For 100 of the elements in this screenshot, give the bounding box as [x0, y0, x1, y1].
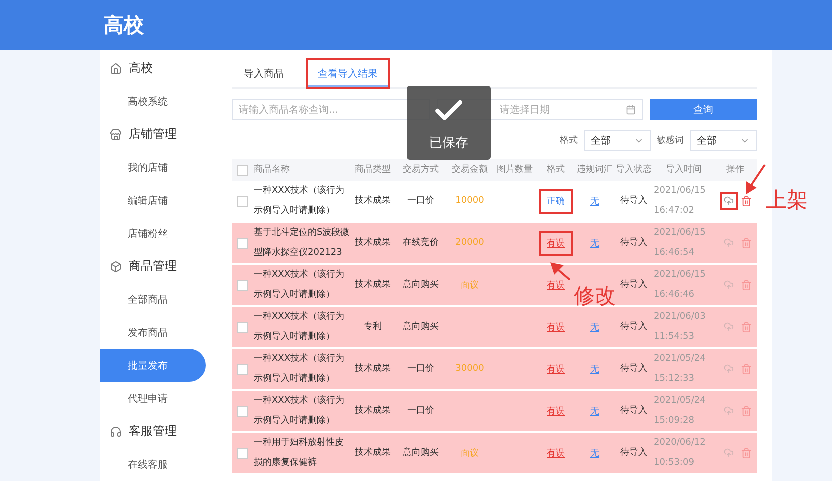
table-cell-text: 意向购买 — [402, 446, 440, 460]
sidebar-group[interactable]: 客服管理 — [100, 415, 215, 448]
checkbox[interactable] — [237, 164, 248, 176]
sidebar-item[interactable]: 全部商品 — [100, 283, 215, 316]
sidebar-item[interactable]: 高校系统 — [100, 85, 215, 118]
home-icon — [110, 62, 122, 74]
table-cell-text: 待导入 — [620, 236, 648, 250]
cloud-upload-icon — [724, 238, 734, 248]
table-cell-text: 一种用于妇科放射性皮损的康复保健裤 — [254, 436, 345, 470]
format-link[interactable]: 正确 — [539, 188, 573, 214]
sidebar-group[interactable]: 高校 — [100, 52, 215, 85]
sidebar-group-title: 高校 — [129, 60, 153, 77]
table-cell-text: 一种XXX技术（该行为示例导入时请删除） — [254, 268, 346, 302]
toast: 已保存 — [407, 86, 491, 160]
sidebar-group[interactable]: 店铺管理 — [100, 118, 215, 151]
checkbox[interactable] — [237, 364, 248, 374]
column-header: 交易方式 — [403, 164, 439, 177]
delete-icon[interactable] — [740, 280, 752, 290]
filter-select[interactable]: 全部 — [584, 130, 651, 151]
column-header: 导入时间 — [666, 164, 702, 177]
table-cell-text: 技术成果 — [354, 446, 392, 460]
format-link[interactable]: 有误 — [539, 356, 573, 382]
words-link[interactable]: 无 — [576, 362, 614, 376]
sidebar-item[interactable]: 店铺粉丝 — [100, 217, 215, 250]
headset-icon — [110, 426, 122, 438]
format-link[interactable]: 有误 — [539, 230, 573, 256]
filter-select[interactable]: 全部 — [690, 130, 757, 151]
sidebar-group[interactable]: 商品管理 — [100, 250, 215, 283]
price-text: 20000 — [454, 238, 486, 248]
table-cell-text: 技术成果 — [354, 404, 392, 418]
cloud-upload-icon — [724, 322, 734, 332]
sidebar-group-title: 客服管理 — [129, 423, 177, 440]
words-link[interactable]: 无 — [576, 446, 614, 460]
column-header: 商品名称 — [254, 164, 290, 177]
sidebar-item[interactable]: 发布商品 — [100, 316, 215, 349]
sidebar-item[interactable]: 批量发布 — [100, 349, 206, 382]
table-cell-text: 在线竞价 — [402, 236, 440, 250]
checkbox[interactable] — [237, 196, 248, 206]
table-cell-text: 2021/05/24 15:12:33 — [654, 353, 707, 386]
cloud-upload-icon — [724, 280, 734, 290]
price-text: 面议 — [460, 280, 480, 292]
sidebar-item[interactable]: 在线客服 — [100, 448, 215, 481]
cloud-upload-icon — [724, 196, 734, 206]
table-cell-text: 专利 — [363, 320, 383, 334]
column-header: 导入状态 — [616, 164, 652, 177]
table-cell-text: 2021/06/15 16:46:46 — [654, 269, 707, 302]
format-link[interactable]: 有误 — [539, 440, 573, 466]
cloud-upload-icon — [724, 406, 734, 416]
checkbox[interactable] — [237, 406, 248, 416]
checkbox[interactable] — [237, 448, 248, 458]
cloud-upload-icon — [724, 364, 734, 374]
words-link[interactable]: 无 — [576, 236, 614, 250]
format-link[interactable]: 有误 — [539, 398, 573, 424]
price-text: 面议 — [460, 448, 480, 460]
sidebar-item[interactable]: 我的店铺 — [100, 151, 215, 184]
table-cell-text: 2021/05/24 15:09:28 — [654, 395, 707, 428]
sidebar-item[interactable]: 编辑店铺 — [100, 184, 215, 217]
query-button[interactable]: 查询 — [650, 99, 757, 120]
delete-icon[interactable] — [740, 406, 752, 416]
arrow-drawing — [550, 262, 572, 282]
store-icon — [110, 128, 122, 140]
tab[interactable]: 查看导入结果 — [306, 58, 390, 89]
table-cell-text: 2021/06/15 16:47:02 — [654, 185, 707, 218]
sidebar-item[interactable]: 代理申请 — [100, 382, 215, 415]
table-cell-text: 技术成果 — [354, 362, 392, 376]
table-cell-text: 一口价 — [406, 194, 436, 208]
tab[interactable]: 导入商品 — [232, 58, 296, 89]
column-header: 商品类型 — [355, 164, 391, 177]
words-link[interactable]: 无 — [576, 404, 614, 418]
format-link[interactable]: 有误 — [539, 272, 573, 298]
delete-icon[interactable] — [740, 322, 752, 332]
table-cell-text: 技术成果 — [354, 278, 392, 292]
delete-icon[interactable] — [740, 196, 752, 206]
table-cell-text: 2021/06/15 16:46:54 — [654, 227, 707, 260]
box-icon — [110, 260, 122, 272]
arrow-drawing — [744, 163, 768, 195]
upload-button[interactable] — [720, 192, 738, 210]
checkbox[interactable] — [237, 280, 248, 290]
checkbox[interactable] — [237, 322, 248, 332]
delete-icon[interactable] — [740, 448, 752, 458]
sidebar-group-title: 商品管理 — [129, 258, 177, 275]
table-cell-text: 待导入 — [620, 446, 648, 460]
table-cell-text: 意向购买 — [402, 278, 440, 292]
table-cell-text: 意向购买 — [402, 320, 440, 334]
annotation-text: 修改 — [574, 286, 616, 307]
header-title: 高校 — [104, 12, 144, 38]
table-cell-text: 一口价 — [406, 362, 436, 376]
column-header: 操作 — [726, 164, 744, 177]
column-header: 交易金额 — [452, 164, 488, 177]
column-header: 格式 — [547, 164, 565, 177]
words-link[interactable]: 无 — [576, 320, 614, 334]
filter-label: 格式 — [560, 134, 578, 147]
checkbox[interactable] — [237, 238, 248, 248]
price-text: 10000 — [454, 196, 486, 206]
words-link[interactable]: 无 — [576, 194, 614, 208]
delete-icon[interactable] — [740, 364, 752, 374]
table-cell-text: 待导入 — [620, 362, 648, 376]
format-link[interactable]: 有误 — [539, 314, 573, 340]
delete-icon[interactable] — [740, 238, 752, 248]
table-cell-text: 待导入 — [620, 278, 648, 292]
